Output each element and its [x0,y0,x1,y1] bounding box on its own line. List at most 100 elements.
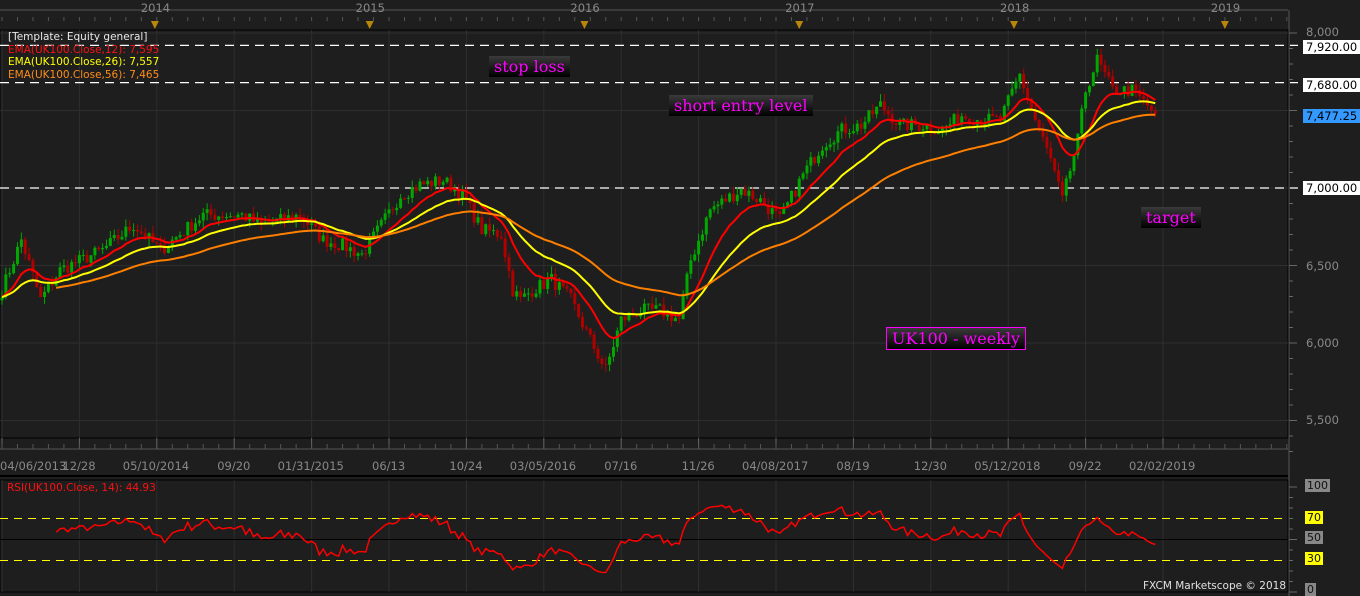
year-label: 2015 [355,1,385,15]
date-label: 09/20 [217,459,251,473]
candle-body [1126,86,1130,96]
candle-body [681,296,685,319]
candle-body [178,235,182,238]
candle-body [15,246,19,265]
ema26-label: EMA(UK100.Close,26): 7,557 [8,56,160,68]
candle-body [851,131,855,134]
chart-title-annotation[interactable]: UK100 - weekly [886,327,1027,350]
candle-body [503,238,507,258]
candle-body [70,262,74,273]
candle-body [437,176,441,185]
candle-body [190,222,194,231]
candle-body [1087,86,1091,93]
candle-body [194,223,197,231]
indicator-legend: [Template: Equity general] EMA(UK100.Clo… [8,31,159,81]
candle-body [46,283,50,292]
candle-body [101,247,105,250]
date-label: 05/10/2014 [122,459,190,473]
candle-body [824,147,828,151]
candle-body [553,273,557,290]
candle-body [1057,170,1061,182]
candle-body [236,214,240,218]
candle-body [406,197,410,199]
candle-body [135,230,139,232]
year-label: 2017 [785,1,815,15]
candle-body [337,248,341,251]
candle-body [526,293,530,295]
candle-body [689,260,693,274]
candle-body [600,358,604,364]
chart-canvas [0,9,1298,596]
candle-body [855,123,859,132]
candle-body [484,224,488,235]
candle-body [1095,54,1099,73]
rsi-level-0: 0 [1305,583,1316,596]
ema56-label: EMA(UK100.Close,56): 7,465 [8,68,160,81]
candle-body [414,187,418,191]
candle-body [906,118,910,131]
date-label: 07/16 [604,459,638,473]
candle-body [298,214,302,218]
candle-body [693,254,697,261]
candle-body [522,293,526,297]
candle-body [1060,181,1064,196]
candle-body [1064,178,1068,196]
candle-body [882,101,886,111]
candle-body [244,213,248,221]
candle-body [104,245,108,248]
year-label: 2014 [140,1,171,15]
candle-body [1006,95,1010,106]
rsi-title: RSI(UK100.Close, 14): 44.93 [7,482,156,494]
candle-body [789,190,793,203]
candle-body [430,180,434,187]
candle-body [623,316,627,321]
y-tick-label: 5,500 [1306,413,1339,427]
candle-body [1149,105,1153,111]
candle-body [515,291,519,297]
candle-body [77,255,81,264]
candle-body [240,213,244,215]
candle-body [364,253,368,255]
candle-body [201,212,205,221]
candle-body [530,293,534,297]
candle-body [596,348,600,359]
candle-body [213,214,217,220]
candle-body [310,223,314,225]
candle-body [581,316,584,328]
candle-body [917,125,921,131]
price-panel [0,29,1289,439]
candle-body [418,181,422,191]
candle-body [956,114,960,125]
candle-body [491,230,495,232]
candle-body [383,213,387,220]
rsi-level-50: 50 [1305,531,1323,544]
candle-body [584,327,588,329]
candle-body [12,264,16,274]
y-tick-label: 6,000 [1306,336,1339,350]
candle-body [224,217,228,219]
candle-body [770,208,774,215]
candle-body [1022,73,1026,89]
stop-loss-annotation[interactable]: stop loss [489,56,570,77]
candle-body [743,188,747,196]
candle-body [716,204,720,207]
candle-body [991,113,995,116]
candle-body [700,234,704,241]
candle-body [120,236,124,240]
candle-body [391,209,395,211]
candle-body [739,188,743,195]
candle-body [1111,76,1115,87]
candle-body [751,190,755,199]
candle-body [476,217,480,223]
candle-body [1018,73,1022,82]
candle-body [592,334,596,349]
target-price-label: 7,000.00 [1303,181,1360,195]
candle-body [878,101,882,107]
short-entry-annotation[interactable]: short entry level [669,95,813,116]
candle-body [867,110,871,122]
year-marker-icon [150,21,159,29]
candle-body [1072,155,1076,172]
target-annotation[interactable]: target [1141,207,1201,228]
candle-body [685,273,689,297]
candle-body [863,121,867,129]
